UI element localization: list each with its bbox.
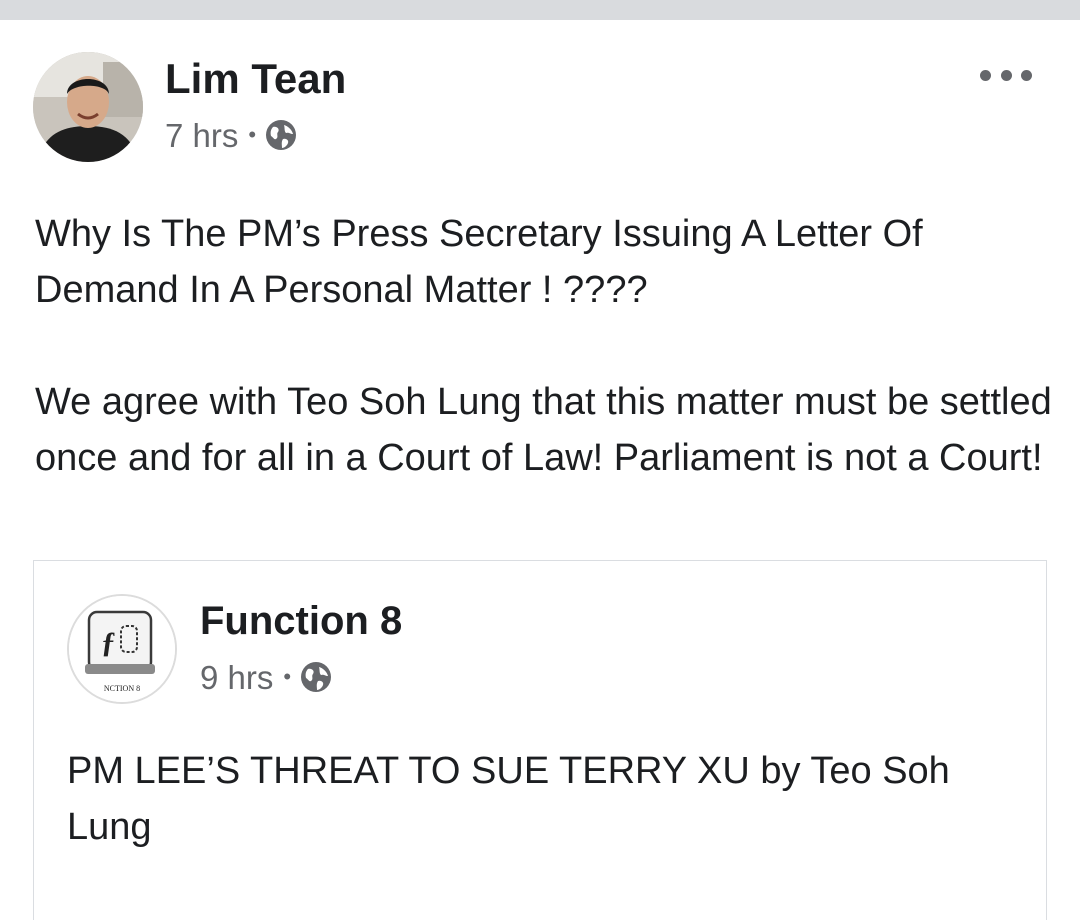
more-options-icon[interactable] (976, 60, 1036, 90)
meta-separator: • (283, 664, 292, 689)
shared-author-name[interactable]: Function 8 (200, 601, 402, 641)
author-photo (33, 52, 143, 162)
post-timestamp[interactable]: 7 hrs (165, 119, 238, 152)
shared-post-meta: 9 hrs • (200, 660, 333, 694)
globe-icon[interactable] (264, 118, 298, 152)
post-meta: 7 hrs • (165, 118, 298, 152)
post-paragraph: We agree with Teo Soh Lung that this mat… (35, 381, 1052, 479)
shared-post-body: PM LEE’S THREAT TO SUE TERRY XU by Teo S… (67, 750, 950, 848)
shared-post-timestamp[interactable]: 9 hrs (200, 661, 273, 694)
feed-separator (0, 0, 1080, 20)
shared-author-avatar[interactable]: ƒ NCTION 8 (67, 594, 177, 704)
function8-logo-icon: ƒ NCTION 8 (69, 596, 175, 702)
svg-text:ƒ: ƒ (101, 626, 116, 659)
logo-text: NCTION 8 (104, 684, 140, 693)
post-body: Why Is The PM’s Press Secretary Issuing … (35, 206, 1065, 486)
meta-separator: • (248, 122, 257, 147)
shared-post-card[interactable]: ƒ NCTION 8 Function 8 9 hrs • PM LEE’S T… (33, 560, 1047, 920)
post-paragraph: Why Is The PM’s Press Secretary Issuing … (35, 213, 923, 311)
globe-icon[interactable] (299, 660, 333, 694)
facebook-post: Lim Tean 7 hrs • Why Is The PM’s Press S… (0, 20, 1080, 920)
author-name[interactable]: Lim Tean (165, 58, 346, 100)
author-avatar[interactable] (33, 52, 143, 162)
